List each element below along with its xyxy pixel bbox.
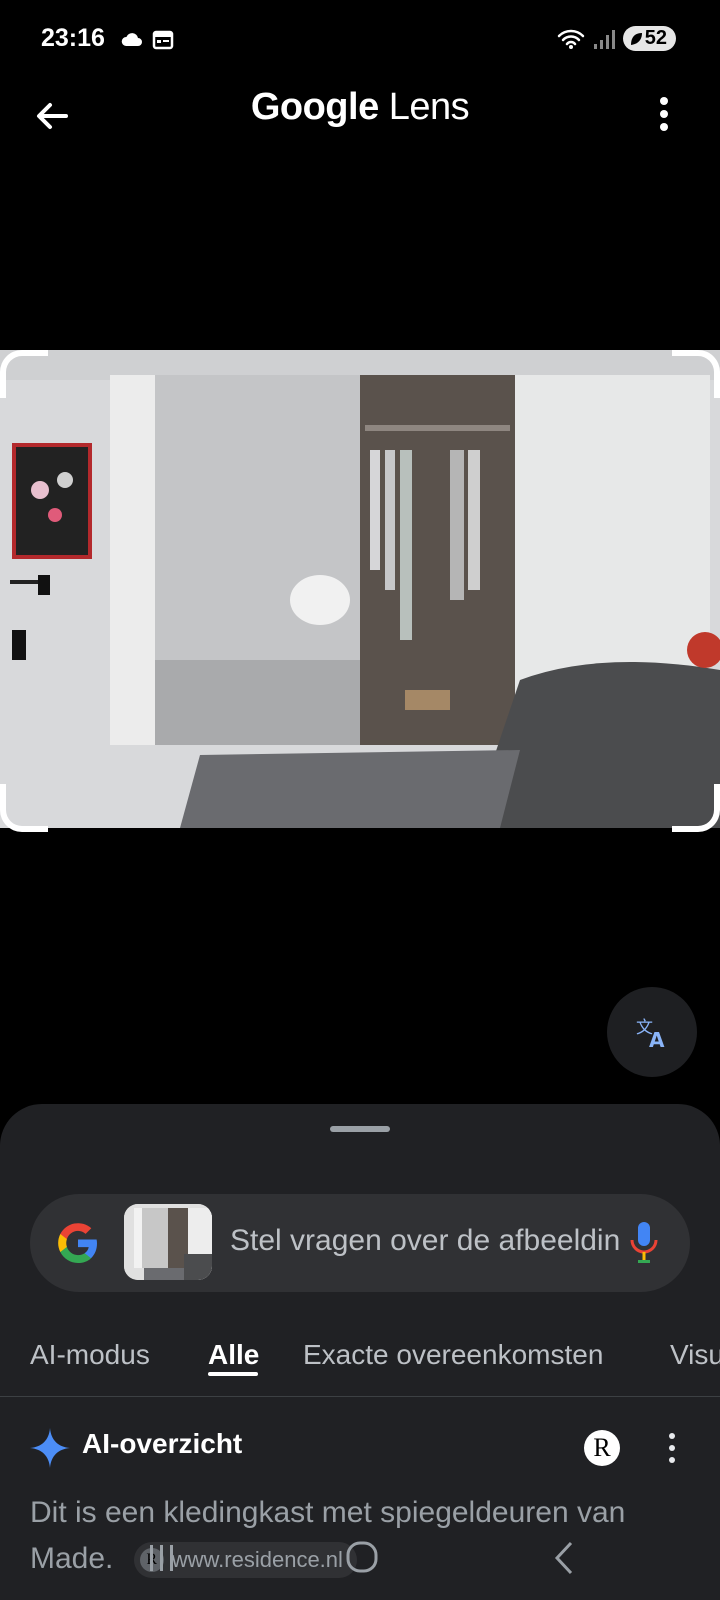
- more-vert-icon[interactable]: [665, 1430, 679, 1466]
- wifi-icon: [557, 29, 584, 49]
- battery-indicator: 52: [622, 26, 676, 51]
- crop-corner-top-right[interactable]: [672, 350, 720, 398]
- image-thumbnail[interactable]: [124, 1204, 212, 1280]
- result-tabs: AI-modus Alle Exacte overeenkomsten Visu: [0, 1319, 720, 1399]
- svg-text:A: A: [649, 1028, 665, 1049]
- tab-all[interactable]: Alle: [208, 1339, 259, 1371]
- crop-corner-bottom-left[interactable]: [0, 784, 48, 832]
- active-tab-indicator: [208, 1372, 258, 1376]
- title-lens: Lens: [388, 86, 470, 128]
- home-icon[interactable]: [332, 1535, 392, 1585]
- crop-corner-top-left[interactable]: [0, 350, 48, 398]
- search-bar[interactable]: Stel vragen over de afbeelding: [30, 1194, 690, 1292]
- analyzed-image[interactable]: [0, 350, 720, 828]
- ai-overview-header: AI-overzicht R: [0, 1404, 720, 1484]
- status-time: 23:16: [41, 24, 105, 52]
- app-title: Google Lens: [0, 86, 720, 129]
- ai-overview-title: AI-overzicht: [82, 1428, 243, 1459]
- app-bar: Google Lens: [0, 80, 720, 144]
- title-google: Google: [250, 86, 379, 128]
- source-logo-icon[interactable]: R: [584, 1430, 620, 1466]
- divider: [0, 1396, 720, 1397]
- status-bar: 23:16 52: [0, 0, 720, 80]
- crop-corner-bottom-right[interactable]: [672, 784, 720, 832]
- back-nav-icon[interactable]: [535, 1535, 595, 1585]
- drag-handle[interactable]: [330, 1126, 390, 1132]
- system-nav-bar: [0, 1525, 720, 1600]
- translate-button[interactable]: 文 A: [607, 987, 697, 1077]
- translate-icon: 文 A: [636, 1018, 665, 1049]
- signal-icon: [593, 29, 615, 49]
- wardrobe-photo: [0, 350, 720, 828]
- mic-icon[interactable]: [628, 1220, 660, 1266]
- cloud-icon: [121, 33, 142, 46]
- tab-ai-mode[interactable]: AI-modus: [30, 1339, 150, 1371]
- search-input[interactable]: Stel vragen over de afbeelding: [230, 1224, 620, 1258]
- more-vert-icon[interactable]: [652, 94, 676, 134]
- calendar-icon: [152, 30, 174, 50]
- google-g-icon: [58, 1223, 97, 1263]
- tab-visual[interactable]: Visu: [670, 1339, 720, 1371]
- sparkle-icon: [30, 1428, 70, 1468]
- tab-exact-matches[interactable]: Exacte overeenkomsten: [303, 1339, 603, 1371]
- battery-level: 52: [644, 27, 667, 49]
- recent-apps-icon[interactable]: [132, 1535, 192, 1585]
- leaf-icon: [630, 32, 642, 45]
